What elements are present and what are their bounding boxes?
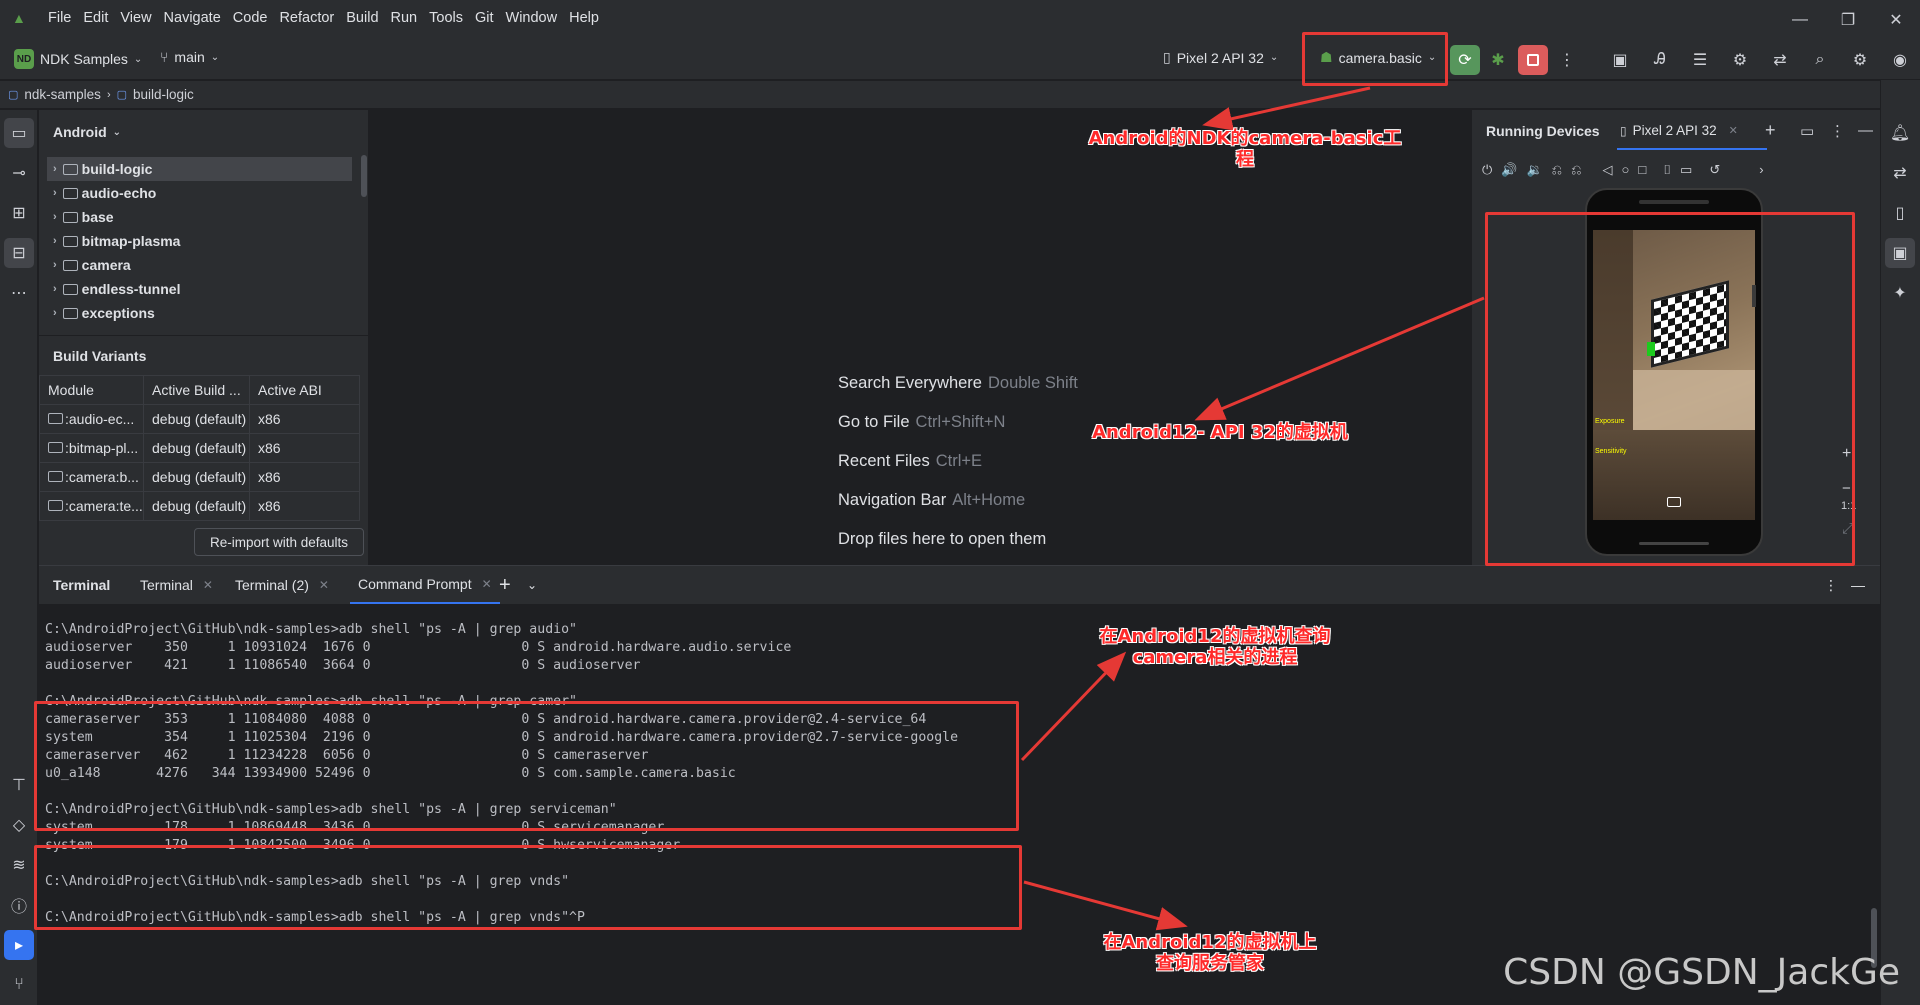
watermark: CSDN @GSDN_JackGe bbox=[1503, 952, 1900, 993]
note-line: 在Android12的虚拟机上 bbox=[1103, 932, 1317, 953]
annotation-arrows bbox=[1020, 86, 1485, 931]
annotation-note-service: 在Android12的虚拟机上 查询服务管家 bbox=[1075, 932, 1345, 974]
arrow-to-emulator bbox=[1194, 296, 1485, 421]
note-line: camera相关的进程 bbox=[1132, 647, 1298, 668]
arrow-to-run-config bbox=[1202, 86, 1371, 131]
note-line: 查询服务管家 bbox=[1156, 953, 1264, 974]
arrow-to-service-note bbox=[1023, 880, 1188, 931]
arrow-to-camera-note bbox=[1020, 651, 1127, 762]
annotation-note-emulator: Android12- API 32的虚拟机 bbox=[1092, 422, 1348, 443]
note-line: 在Android12的虚拟机查询 bbox=[1099, 626, 1331, 647]
annotation-note-camera: 在Android12的虚拟机查询 camera相关的进程 bbox=[1075, 626, 1355, 668]
annotation-note-project: Android的NDK的camera-basic工程 bbox=[1088, 128, 1402, 170]
